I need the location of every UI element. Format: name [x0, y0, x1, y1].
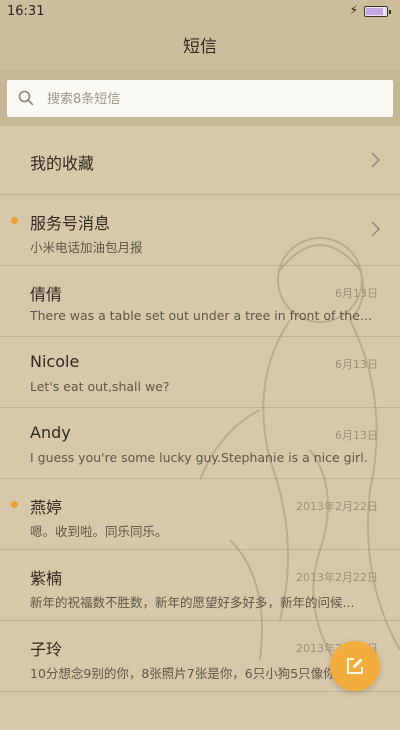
chevron-right-icon	[371, 221, 380, 237]
conversation-name: Andy	[30, 423, 71, 442]
search-box[interactable]	[7, 80, 393, 119]
compose-icon	[347, 658, 363, 674]
favorites-item[interactable]: 我的收藏	[0, 126, 400, 195]
conversation-date: 2013年2月22日	[296, 571, 378, 584]
conversation-date: 6月13日	[335, 287, 378, 300]
conversation-name: 倩倩	[30, 285, 63, 304]
conversation-date: 6月13日	[335, 358, 378, 371]
status-bar: 16:31 ⚡	[0, 0, 400, 24]
conversation-list: 我的收藏 服务号消息 小米电话加油包月报 倩倩 6月13日 There was …	[0, 126, 400, 692]
page-title: 短信	[183, 37, 217, 57]
battery-icon	[364, 6, 391, 17]
conversation-preview: 新年的祝福数不胜数，新年的愿望好多好多，新年的问候...	[30, 595, 355, 610]
conversation-date: 2013年2月22日	[296, 500, 378, 513]
conversation-name: Nicole	[30, 352, 80, 371]
search-bar-container	[0, 70, 400, 126]
conversation-preview: There was a table set out under a tree i…	[30, 308, 375, 323]
unread-dot	[11, 501, 18, 508]
conversation-name: 服务号消息	[30, 214, 111, 233]
conversation-preview: Let's eat out,shall we?	[30, 379, 170, 394]
conversation-preview: 嗯。收到啦。同乐同乐。	[30, 524, 168, 539]
lightning-icon: ⚡	[349, 3, 358, 17]
conversation-item[interactable]: Andy 6月13日 I guess you're some lucky guy…	[0, 408, 400, 479]
search-input[interactable]	[45, 80, 379, 119]
conversation-item[interactable]: 紫楠 2013年2月22日 新年的祝福数不胜数，新年的愿望好多好多，新年的问候.…	[0, 550, 400, 621]
conversation-item[interactable]: 燕婷 2013年2月22日 嗯。收到啦。同乐同乐。	[0, 479, 400, 550]
compose-button[interactable]	[330, 641, 380, 691]
favorites-label: 我的收藏	[30, 154, 95, 173]
conversation-name: 子玲	[30, 640, 63, 659]
title-bar: 短信	[0, 24, 400, 70]
conversation-preview: 小米电话加油包月报	[30, 240, 143, 255]
chevron-right-icon	[371, 152, 380, 168]
conversation-date: 6月13日	[335, 429, 378, 442]
conversation-item[interactable]: Nicole 6月13日 Let's eat out,shall we?	[0, 337, 400, 408]
conversation-preview: 10分想念9别的你，8张照片7张是你，6只小狗5只像你...	[30, 666, 348, 681]
search-icon	[18, 90, 34, 106]
status-time: 16:31	[7, 4, 45, 19]
conversation-preview: I guess you're some lucky guy.Stephanie …	[30, 450, 368, 465]
conversation-item[interactable]: 服务号消息 小米电话加油包月报	[0, 195, 400, 266]
conversation-item[interactable]: 倩倩 6月13日 There was a table set out under…	[0, 266, 400, 337]
conversation-name: 燕婷	[30, 498, 63, 517]
conversation-name: 紫楠	[30, 569, 63, 588]
unread-dot	[11, 217, 18, 224]
